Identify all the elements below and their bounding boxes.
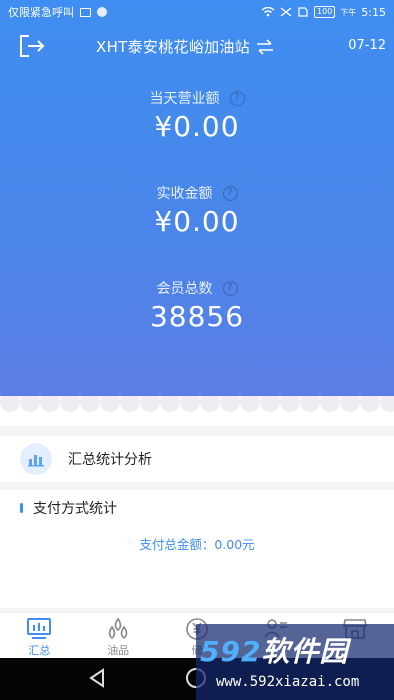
station-switcher[interactable]: XHT泰安桃花峪加油站 xyxy=(96,36,276,57)
oil-drops-icon xyxy=(108,617,128,640)
logout-icon[interactable] xyxy=(18,34,46,58)
metric-label: 会员总数 xyxy=(156,281,213,297)
section-marker xyxy=(20,503,23,513)
clock: 5:15 xyxy=(361,5,386,19)
metric-label: 当天营业额 xyxy=(149,91,220,107)
battery-icon: 100 xyxy=(314,6,336,18)
station-name: XHT泰安桃花峪加油站 xyxy=(96,38,251,56)
metric-label: 实收金额 xyxy=(156,186,213,202)
summary-analysis-card[interactable]: 汇总统计分析 xyxy=(0,436,394,482)
watermark-logo: 592软件园 xyxy=(200,635,349,668)
watermark-url: www.592xiazai.com xyxy=(216,674,360,690)
payment-title: 支付方式统计 xyxy=(33,501,117,517)
metric-members: 会员总数 ? 38856 xyxy=(0,278,394,333)
metric-value: ¥0.00 xyxy=(154,205,240,238)
status-bar: 仅限紧急呼叫 100 下午 5:15 xyxy=(0,0,394,24)
tab-oil[interactable]: 油品 xyxy=(79,613,158,658)
back-icon[interactable] xyxy=(88,668,106,688)
swap-icon xyxy=(257,38,274,55)
summary-hero: 仅限紧急呼叫 100 下午 5:15 XHT泰安桃花峪加油站 07-12 当天营… xyxy=(0,0,394,396)
help-icon[interactable]: ? xyxy=(229,90,245,106)
summary-title: 汇总统计分析 xyxy=(68,452,152,468)
tab-summary[interactable]: 汇总 xyxy=(0,613,79,658)
wave-divider xyxy=(0,396,394,426)
metric-value: ¥0.00 xyxy=(154,110,240,143)
no-signal-icon xyxy=(280,7,292,17)
help-icon[interactable]: ? xyxy=(222,185,238,201)
date-selector[interactable]: 07-12 xyxy=(348,38,386,53)
title-bar: XHT泰安桃花峪加油站 07-12 xyxy=(0,30,394,62)
image-notification-icon xyxy=(80,7,91,17)
help-icon[interactable]: ? xyxy=(222,280,238,296)
time-period: 下午 xyxy=(340,7,357,17)
monitor-icon xyxy=(27,618,52,639)
payment-total: 支付总金额：0.00元 xyxy=(139,537,255,552)
wifi-icon xyxy=(261,7,275,17)
app-notification-icon xyxy=(97,7,107,17)
metric-revenue: 当天营业额 ? ¥0.00 xyxy=(0,88,394,143)
tab-label: 汇总 xyxy=(28,644,51,657)
site-watermark: 592软件园 www.592xiazai.com xyxy=(196,624,394,700)
metric-value: 38856 xyxy=(149,300,245,333)
bar-chart-icon xyxy=(20,443,52,475)
metric-received: 实收金额 ? ¥0.00 xyxy=(0,183,394,238)
tab-label: 油品 xyxy=(107,644,130,657)
payment-stats-card: 支付方式统计 支付总金额：0.00元 xyxy=(0,490,394,608)
no-sim-icon xyxy=(298,7,308,17)
emergency-call-text: 仅限紧急呼叫 xyxy=(8,6,74,19)
